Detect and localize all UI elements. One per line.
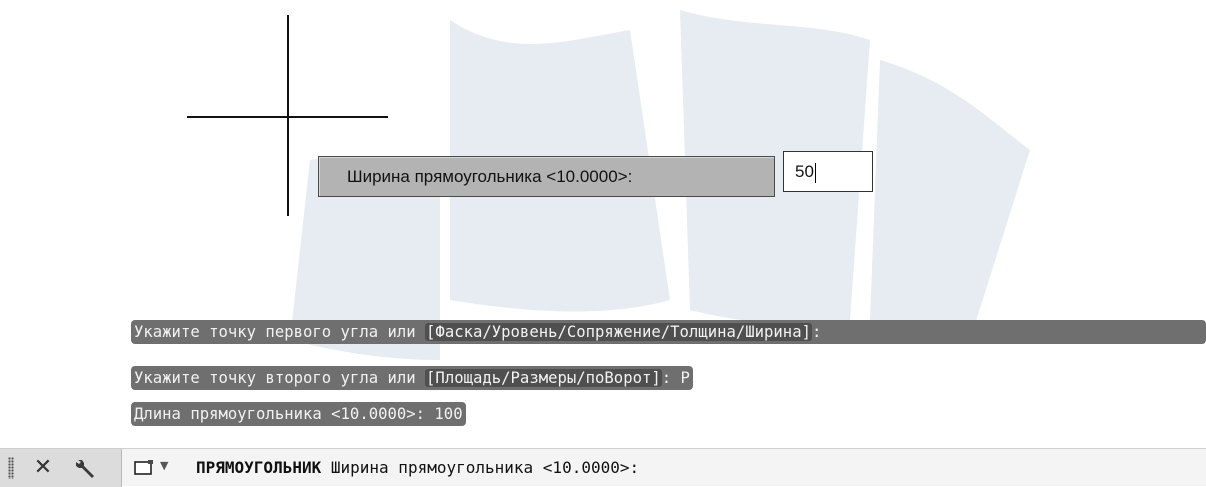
command-line-bar: ✕ ▼ ПРЯМОУГОЛЬНИК Ширина прямоугольника … [0,448,1206,487]
history-line-text: Длина прямоугольника <10.0000>: 100 [134,405,463,423]
command-line-controls: ✕ [0,449,122,487]
drag-grip-icon[interactable] [8,457,14,479]
text-caret [814,162,816,183]
rectangle-command-icon[interactable] [133,459,155,477]
history-line-tail: : Р [661,369,690,387]
dynamic-input-prompt: Ширина прямоугольника <10.0000>: [318,156,775,197]
history-options: [Фаска/Уровень/Сопряжение/Толщина/Ширина… [425,323,812,341]
chevron-down-icon[interactable]: ▼ [160,459,168,472]
dynamic-input-field[interactable]: 50 [783,151,873,192]
crosshair-vertical [287,15,289,216]
history-options: [Площадь/Размеры/поВорот] [425,369,662,387]
history-line: Длина прямоугольника <10.0000>: 100 [131,402,466,426]
history-line-text: Укажите точку второго угла или [134,369,426,387]
history-line-text: Укажите точку первого угла или [134,323,426,341]
command-prompt-text: Ширина прямоугольника <10.0000>: [330,458,640,477]
command-prompt[interactable]: ПРЯМОУГОЛЬНИК Ширина прямоугольника <10.… [196,449,639,487]
history-line: Укажите точку первого угла или [Фаска/Ур… [131,320,1206,344]
history-line: Укажите точку второго угла или [Площадь/… [131,366,693,390]
command-name: ПРЯМОУГОЛЬНИК [196,458,322,477]
history-line-tail: : [811,323,822,341]
close-icon[interactable]: ✕ [30,455,56,481]
wrench-icon[interactable] [72,454,100,482]
dynamic-input-value: 50 [795,162,814,181]
